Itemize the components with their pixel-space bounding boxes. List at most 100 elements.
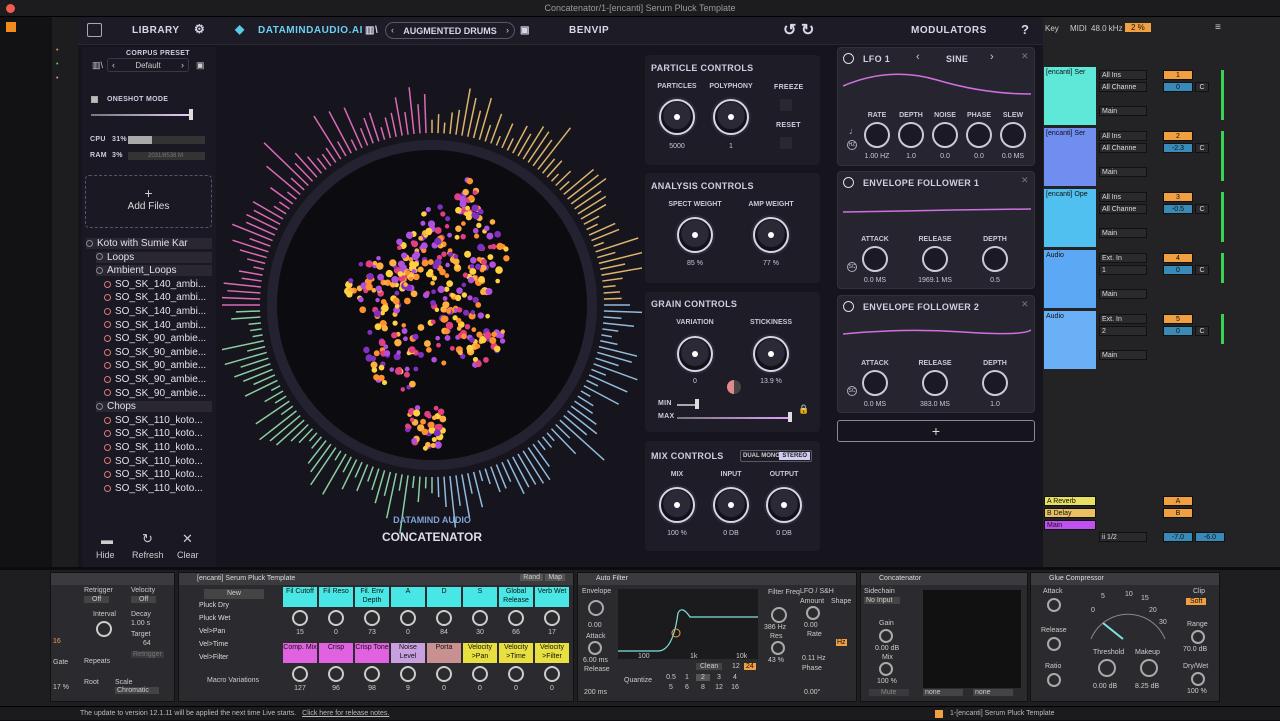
channel-mode-toggle[interactable]: DUAL MONO STEREO [740,450,812,462]
map-button[interactable]: Map [545,574,565,581]
macro-knob[interactable] [472,666,488,682]
folder-chops[interactable]: Chops [96,401,212,412]
retrigger-select[interactable]: Off [84,596,109,603]
macro-knob[interactable] [292,666,308,682]
amount-knob[interactable] [806,606,820,620]
undo-icon[interactable]: ↺ [783,20,797,40]
rand-button[interactable]: Rand [520,574,543,581]
preset-selector[interactable]: ‹ AUGMENTED DRUMS › [385,22,515,39]
particles-knob[interactable] [659,99,695,135]
drywet-knob[interactable] [1191,672,1205,686]
env1-depth-knob[interactable] [982,246,1008,272]
macro-knob[interactable] [508,666,524,682]
return-track-name[interactable]: Main [1044,520,1096,530]
hide-button[interactable]: Hide [96,550,115,560]
env2-depth-knob[interactable] [982,370,1008,396]
lfo-noise-knob[interactable] [932,122,958,148]
variation-item[interactable]: Pluck Wet [199,615,230,622]
macro-knob[interactable] [436,666,452,682]
refresh-button[interactable]: Refresh [132,550,164,560]
macro-knob[interactable] [400,610,416,626]
mix-knob-dev[interactable] [879,662,893,676]
library-icon[interactable]: ▥\ [92,60,103,71]
master-io[interactable]: ii 1/2 [1099,532,1147,542]
track-number[interactable]: 3 [1163,192,1193,202]
lfo-close-icon[interactable]: ✕ [1021,51,1029,62]
quantize-option[interactable]: 12 [712,684,726,691]
decay-value[interactable]: 1.00 s [131,620,150,627]
target-value[interactable]: 64 [143,640,151,647]
lock-icon[interactable]: 🔒 [798,404,809,415]
env2-release-knob[interactable] [922,370,948,396]
macro-knob[interactable] [472,610,488,626]
lfo-slew-knob[interactable] [1000,122,1026,148]
soft-clip-button[interactable]: Soft [1186,598,1206,605]
file-item[interactable]: SO_SK_140_ambi... [104,320,206,331]
return-track-name[interactable]: A Reverb [1044,496,1096,506]
reset-button[interactable] [780,137,792,149]
clear-button[interactable]: Clear [177,550,199,560]
file-item[interactable]: SO_SK_110_koto... [104,428,203,439]
track-pan[interactable]: C [1195,265,1209,275]
variation-item[interactable]: Vel>Time [199,641,228,648]
file-item[interactable]: SO_SK_90_ambie... [104,374,206,385]
macro-knob[interactable] [400,666,416,682]
gain-knob[interactable] [879,629,893,643]
macro-knob[interactable] [508,610,524,626]
corpus-save-icon[interactable]: ▣ [196,60,205,71]
folder-loops[interactable]: Loops [96,252,212,263]
folder-koto[interactable]: Koto with Sumie Kar [86,238,212,249]
file-item[interactable]: SO_SK_90_ambie... [104,388,206,399]
master-volume-2[interactable]: -6.0 [1195,532,1225,542]
track-number[interactable]: 1 [1163,70,1193,80]
min-slider[interactable] [677,404,697,406]
filter-freq-knob[interactable] [771,607,787,623]
brand-link[interactable]: DATAMINDAUDIO.AI [258,25,363,36]
add-modulator-button[interactable]: + [837,420,1035,442]
track-clip[interactable]: [encanti] Ser [1044,67,1096,125]
lfo-rate-knob[interactable] [864,122,890,148]
makeup-knob[interactable] [1140,659,1158,677]
freeze-toggle[interactable] [780,99,792,111]
hz-button[interactable]: Hz [836,639,847,646]
file-item[interactable]: SO_SK_90_ambie... [104,347,206,358]
track-input[interactable]: All Ins [1099,192,1147,202]
close-window-dot[interactable] [6,4,15,13]
new-variation-button[interactable]: New [204,589,264,599]
midi-toggle[interactable]: MIDI [1070,24,1087,33]
note-icon[interactable]: ♩ [849,126,858,136]
track-input[interactable]: Ext. In [1099,314,1147,324]
master-volume[interactable]: -7.0 [1163,532,1193,542]
track-monitor-output[interactable]: Main [1099,289,1147,299]
input-knob[interactable] [713,487,749,523]
mix-knob[interactable] [659,487,695,523]
macro-knob[interactable] [544,610,560,626]
env2-attack-knob[interactable] [862,370,888,396]
track-volume[interactable]: 0 [1163,326,1193,336]
macro-knob[interactable] [364,610,380,626]
file-item[interactable]: SO_SK_140_ambi... [104,292,206,303]
help-icon[interactable]: ? [1021,22,1029,37]
file-item[interactable]: SO_SK_110_koto... [104,483,203,494]
glue-ratio-knob[interactable] [1047,673,1061,687]
quantize-option[interactable]: 5 [664,684,678,691]
file-item[interactable]: SO_SK_90_ambie... [104,360,206,371]
track-volume[interactable]: 0 [1163,265,1193,275]
env2-sc-icon[interactable]: SC [847,386,857,396]
filter-graph[interactable] [618,589,758,659]
max-slider[interactable] [677,417,791,419]
none-select-1[interactable]: none [923,689,963,696]
clear-icon[interactable]: ✕ [182,531,193,547]
quantize-option[interactable]: 0.5 [664,674,678,681]
attack-knob[interactable] [588,641,602,655]
track-monitor-output[interactable]: Main [1099,228,1147,238]
threshold-knob[interactable] [1098,659,1116,677]
next-preset-icon[interactable]: › [506,25,509,35]
spect-weight-knob[interactable] [677,217,713,253]
macro-knob[interactable] [544,666,560,682]
track-input[interactable]: All Ins [1099,70,1147,80]
oneshot-slider[interactable] [91,114,193,116]
env1-attack-knob[interactable] [862,246,888,272]
file-item[interactable]: SO_SK_140_ambi... [104,279,206,290]
track-pan[interactable]: C [1195,82,1209,92]
